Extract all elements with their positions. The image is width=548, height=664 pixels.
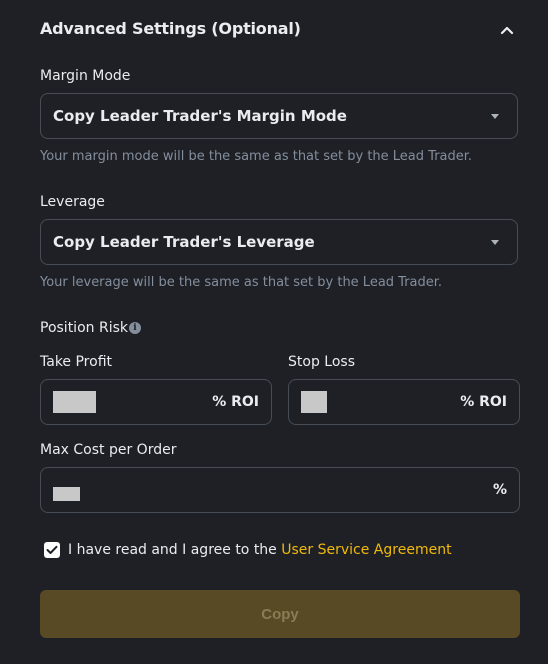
max-cost-input[interactable]: % bbox=[40, 467, 520, 513]
stop-loss-value-redacted bbox=[301, 391, 327, 413]
check-icon bbox=[46, 545, 58, 554]
chevron-down-icon bbox=[491, 239, 499, 245]
agreement-text: I have read and I agree to the User Serv… bbox=[68, 541, 452, 559]
leverage-value: Copy Leader Trader's Leverage bbox=[53, 233, 315, 251]
copy-button[interactable]: Copy bbox=[40, 590, 520, 638]
agreement-checkbox[interactable] bbox=[44, 542, 60, 558]
margin-mode-select[interactable]: Copy Leader Trader's Margin Mode bbox=[40, 93, 518, 139]
info-icon[interactable]: i bbox=[129, 322, 141, 334]
leverage-select[interactable]: Copy Leader Trader's Leverage bbox=[40, 219, 518, 265]
take-profit-value-redacted bbox=[53, 391, 96, 413]
stop-loss-unit: % ROI bbox=[460, 394, 507, 410]
leverage-help: Your leverage will be the same as that s… bbox=[40, 275, 443, 290]
user-service-agreement-link[interactable]: User Service Agreement bbox=[281, 542, 451, 558]
margin-mode-label: Margin Mode bbox=[40, 68, 131, 84]
leverage-label: Leverage bbox=[40, 194, 105, 210]
margin-mode-value: Copy Leader Trader's Margin Mode bbox=[53, 107, 347, 125]
margin-mode-help: Your margin mode will be the same as tha… bbox=[40, 149, 473, 164]
take-profit-unit: % ROI bbox=[212, 394, 259, 410]
section-title: Advanced Settings (Optional) bbox=[40, 19, 301, 38]
max-cost-value-redacted bbox=[53, 487, 80, 501]
max-cost-label: Max Cost per Order bbox=[40, 442, 177, 458]
max-cost-unit: % bbox=[492, 482, 507, 498]
agreement-prefix: I have read and I agree to the bbox=[68, 542, 282, 558]
position-risk-label: Position Risk bbox=[40, 320, 128, 336]
chevron-up-icon[interactable] bbox=[499, 23, 515, 37]
stop-loss-label: Stop Loss bbox=[288, 354, 355, 370]
chevron-down-icon bbox=[491, 113, 499, 119]
take-profit-label: Take Profit bbox=[40, 354, 113, 370]
take-profit-input[interactable]: % ROI bbox=[40, 379, 272, 425]
stop-loss-input[interactable]: % ROI bbox=[288, 379, 520, 425]
